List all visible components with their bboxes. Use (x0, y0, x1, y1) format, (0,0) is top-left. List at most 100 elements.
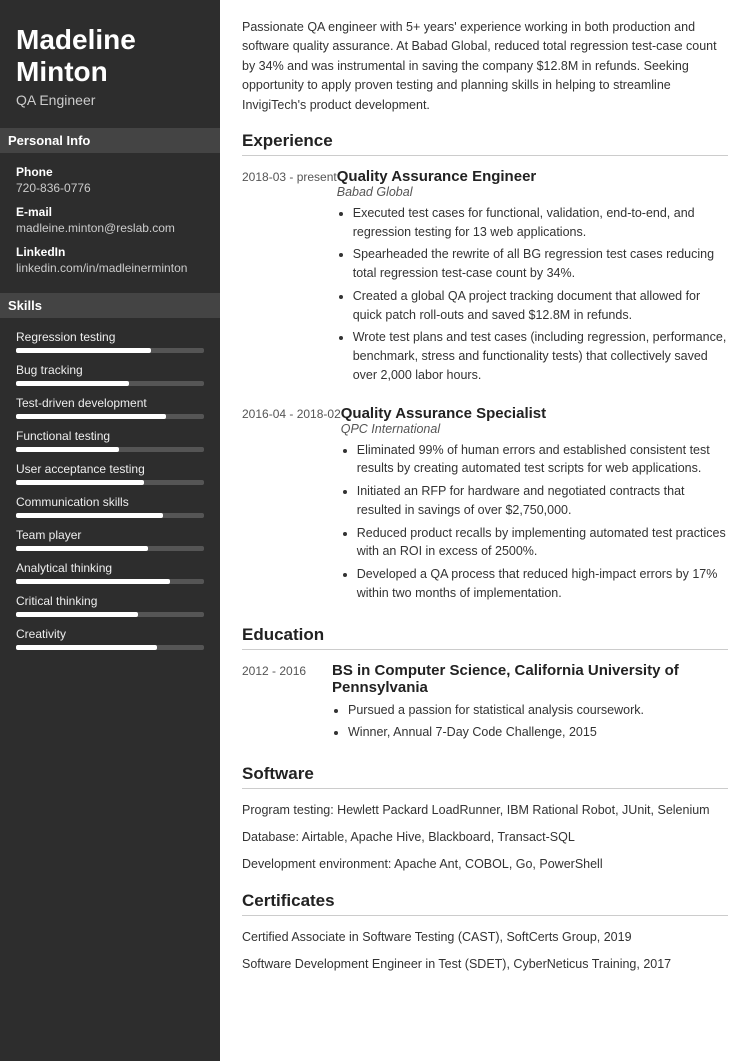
email-value: madleine.minton@reslab.com (16, 221, 204, 235)
software-item: Database: Airtable, Apache Hive, Blackbo… (242, 828, 728, 847)
edu-bullet-item: Winner, Annual 7-Day Code Challenge, 201… (348, 723, 728, 742)
experience-entry: 2016-04 - 2018-02Quality Assurance Speci… (242, 405, 728, 607)
linkedin-value: linkedin.com/in/madleinerminton (16, 261, 204, 275)
education-list: 2012 - 2016BS in Computer Science, Calif… (242, 662, 728, 747)
skill-bar-background (16, 414, 204, 419)
skill-name-label: Analytical thinking (16, 561, 204, 575)
skill-bar-fill (16, 513, 163, 518)
skill-bar-background (16, 612, 204, 617)
edu-date: 2012 - 2016 (242, 662, 332, 747)
education-heading: Education (242, 625, 728, 650)
education-entry: 2012 - 2016BS in Computer Science, Calif… (242, 662, 728, 747)
experience-heading: Experience (242, 131, 728, 156)
skill-item: Test-driven development (16, 396, 204, 419)
main-content: Passionate QA engineer with 5+ years' ex… (220, 0, 750, 1061)
skill-item: Analytical thinking (16, 561, 204, 584)
certificates-section: Certificates Certified Associate in Soft… (242, 891, 728, 974)
skill-item: Bug tracking (16, 363, 204, 386)
resume-container: Madeline Minton QA Engineer Personal Inf… (0, 0, 750, 1061)
personal-info-heading: Personal Info (0, 128, 220, 153)
entry-company: QPC International (341, 422, 728, 436)
skill-bar-background (16, 480, 204, 485)
bullet-item: Created a global QA project tracking doc… (353, 287, 728, 325)
skill-bar-background (16, 513, 204, 518)
phone-label: Phone (16, 165, 204, 179)
skill-item: Regression testing (16, 330, 204, 353)
software-list: Program testing: Hewlett Packard LoadRun… (242, 801, 728, 873)
experience-section: Experience 2018-03 - presentQuality Assu… (242, 131, 728, 607)
phone-value: 720-836-0776 (16, 181, 204, 195)
software-item: Development environment: Apache Ant, COB… (242, 855, 728, 874)
summary-text: Passionate QA engineer with 5+ years' ex… (242, 18, 728, 115)
skill-bar-background (16, 546, 204, 551)
skill-name-label: Functional testing (16, 429, 204, 443)
education-section: Education 2012 - 2016BS in Computer Scie… (242, 625, 728, 747)
candidate-name: Madeline Minton (16, 24, 204, 88)
skill-name-label: Bug tracking (16, 363, 204, 377)
entry-bullets: Executed test cases for functional, vali… (337, 204, 728, 385)
entry-job-title: Quality Assurance Engineer (337, 168, 728, 185)
edu-body: BS in Computer Science, California Unive… (332, 662, 728, 747)
skill-bar-background (16, 381, 204, 386)
edu-bullet-item: Pursued a passion for statistical analys… (348, 701, 728, 720)
certificate-item: Certified Associate in Software Testing … (242, 928, 728, 947)
certificate-item: Software Development Engineer in Test (S… (242, 955, 728, 974)
skill-bar-fill (16, 414, 166, 419)
candidate-title: QA Engineer (16, 92, 204, 108)
skill-name-label: Creativity (16, 627, 204, 641)
bullet-item: Spearheaded the rewrite of all BG regres… (353, 245, 728, 283)
bullet-item: Eliminated 99% of human errors and estab… (357, 441, 728, 479)
certificates-list: Certified Associate in Software Testing … (242, 928, 728, 974)
skill-item: Team player (16, 528, 204, 551)
skill-item: Critical thinking (16, 594, 204, 617)
edu-bullets: Pursued a passion for statistical analys… (332, 701, 728, 743)
skill-bar-background (16, 645, 204, 650)
skill-bar-fill (16, 348, 151, 353)
skill-bar-background (16, 579, 204, 584)
software-section: Software Program testing: Hewlett Packar… (242, 764, 728, 873)
skill-bar-background (16, 447, 204, 452)
linkedin-label: LinkedIn (16, 245, 204, 259)
skill-bar-fill (16, 546, 148, 551)
skill-bar-fill (16, 645, 157, 650)
email-label: E-mail (16, 205, 204, 219)
software-item: Program testing: Hewlett Packard LoadRun… (242, 801, 728, 820)
bullet-item: Executed test cases for functional, vali… (353, 204, 728, 242)
skill-item: Creativity (16, 627, 204, 650)
skill-name-label: User acceptance testing (16, 462, 204, 476)
skill-bar-fill (16, 612, 138, 617)
skill-item: Communication skills (16, 495, 204, 518)
skill-name-label: Critical thinking (16, 594, 204, 608)
skill-bar-fill (16, 579, 170, 584)
bullet-item: Wrote test plans and test cases (includi… (353, 328, 728, 384)
entry-body: Quality Assurance SpecialistQPC Internat… (341, 405, 728, 607)
entry-date: 2018-03 - present (242, 168, 337, 389)
bullet-item: Initiated an RFP for hardware and negoti… (357, 482, 728, 520)
skill-bar-fill (16, 447, 119, 452)
skill-bar-fill (16, 480, 144, 485)
software-heading: Software (242, 764, 728, 789)
entry-bullets: Eliminated 99% of human errors and estab… (341, 441, 728, 603)
name-line1: Madeline (16, 24, 136, 55)
skill-bar-fill (16, 381, 129, 386)
skill-name-label: Team player (16, 528, 204, 542)
experience-entry: 2018-03 - presentQuality Assurance Engin… (242, 168, 728, 389)
skill-name-label: Communication skills (16, 495, 204, 509)
skills-heading: Skills (0, 293, 220, 318)
skill-item: User acceptance testing (16, 462, 204, 485)
bullet-item: Developed a QA process that reduced high… (357, 565, 728, 603)
skill-name-label: Test-driven development (16, 396, 204, 410)
skills-list: Regression testing Bug tracking Test-drive… (16, 330, 204, 650)
certificates-heading: Certificates (242, 891, 728, 916)
edu-degree: BS in Computer Science, California Unive… (332, 662, 728, 696)
bullet-item: Reduced product recalls by implementing … (357, 524, 728, 562)
name-line2: Minton (16, 56, 108, 87)
entry-job-title: Quality Assurance Specialist (341, 405, 728, 422)
skill-bar-background (16, 348, 204, 353)
entry-body: Quality Assurance EngineerBabad Global Ex… (337, 168, 728, 389)
skill-item: Functional testing (16, 429, 204, 452)
entry-date: 2016-04 - 2018-02 (242, 405, 341, 607)
skill-name-label: Regression testing (16, 330, 204, 344)
entry-company: Babad Global (337, 185, 728, 199)
sidebar: Madeline Minton QA Engineer Personal Inf… (0, 0, 220, 1061)
